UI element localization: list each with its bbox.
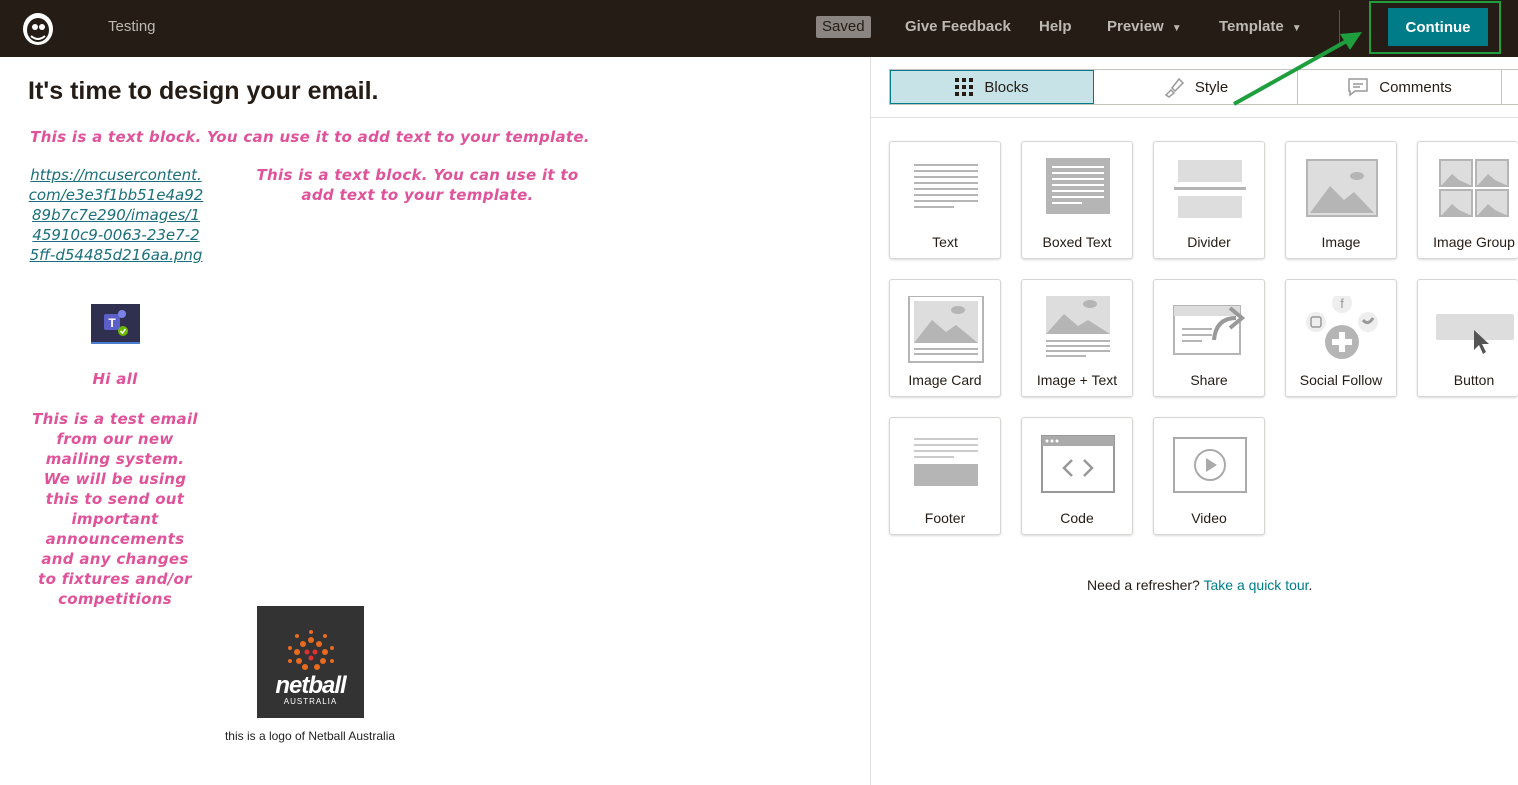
saved-badge: Saved	[816, 16, 871, 38]
block-boxed-text[interactable]: Boxed Text	[1021, 141, 1133, 259]
svg-text:f: f	[1340, 296, 1344, 311]
preview-label: Preview	[1107, 18, 1164, 35]
text-block[interactable]: This is a text block. You can use it to …	[30, 127, 590, 147]
text-block[interactable]: This is a text block. You can use it to …	[240, 165, 595, 205]
block-label: Image Card	[908, 372, 982, 388]
refresher-label: Need a refresher?	[1087, 577, 1200, 593]
image-text-icon	[1046, 296, 1110, 357]
block-label: Social Follow	[1299, 372, 1383, 388]
image-icon	[1306, 159, 1378, 217]
logo-caption[interactable]: this is a logo of Netball Australia	[210, 729, 410, 743]
block-image-group[interactable]: Image Group	[1417, 141, 1518, 259]
quick-tour-link[interactable]: Take a quick tour	[1203, 577, 1308, 593]
block-label: Share	[1190, 372, 1228, 388]
annotation-arrow-icon	[1233, 32, 1362, 106]
tab-comments-label: Comments	[1379, 78, 1452, 96]
text-icon	[914, 164, 978, 208]
share-icon	[1173, 305, 1246, 355]
block-image[interactable]: Image	[1285, 141, 1397, 259]
refresher-text: Need a refresher? Take a quick tour.	[1087, 577, 1313, 593]
block-share[interactable]: Share	[1153, 279, 1265, 397]
email-preview: It's time to design your email. This is …	[0, 57, 871, 785]
netball-logo-word: netball	[275, 672, 346, 699]
help-link[interactable]: Help	[1039, 18, 1072, 35]
boxed-text-icon	[1046, 158, 1110, 214]
grid-icon	[955, 78, 974, 96]
greeting-text[interactable]: Hi all	[30, 369, 200, 389]
block-label: Footer	[924, 510, 966, 526]
netball-logo[interactable]: netball AUSTRALIA	[257, 606, 364, 718]
tab-blocks[interactable]: Blocks	[890, 70, 1094, 104]
block-image-card[interactable]: Image Card	[889, 279, 1001, 397]
svg-text:T: T	[108, 316, 116, 330]
page-heading: It's time to design your email.	[28, 77, 379, 105]
block-label: Image Group	[1433, 234, 1515, 250]
social-follow-icon: f	[1306, 296, 1378, 359]
block-button[interactable]: Button	[1417, 279, 1518, 397]
block-label: Divider	[1187, 234, 1231, 250]
tab-blocks-label: Blocks	[984, 78, 1029, 96]
tab-style-label: Style	[1194, 78, 1229, 96]
image-link[interactable]: https://mcusercontent.com/e3e3f1bb51e4a9…	[28, 165, 204, 265]
body-text[interactable]: This is a test email from our new mailin…	[30, 409, 200, 609]
preview-menu[interactable]: Preview ▼	[1107, 18, 1182, 35]
panel-tabs: Blocks Style Comments	[889, 69, 1518, 105]
block-label: Image + Text	[1036, 372, 1118, 388]
block-divider[interactable]: Divider	[1153, 141, 1265, 259]
button-icon	[1436, 314, 1514, 354]
footer-icon	[914, 438, 978, 486]
block-footer[interactable]: Footer	[889, 417, 1001, 535]
mailchimp-logo-icon[interactable]	[18, 8, 58, 48]
give-feedback-link[interactable]: Give Feedback	[905, 18, 1011, 35]
paint-brush-icon	[1164, 77, 1184, 98]
block-label: Text	[932, 234, 958, 250]
block-label: Image	[1321, 234, 1361, 250]
continue-button[interactable]: Continue	[1388, 8, 1488, 46]
teams-icon[interactable]: T	[91, 304, 140, 344]
block-label: Boxed Text	[1042, 234, 1112, 250]
block-social-follow[interactable]: f Social Follow	[1285, 279, 1397, 397]
netball-logo-sub: AUSTRALIA	[283, 697, 338, 706]
block-label: Code	[1060, 510, 1094, 526]
block-code[interactable]: Code	[1021, 417, 1133, 535]
block-label: Button	[1453, 372, 1495, 388]
block-label: Video	[1191, 510, 1227, 526]
divider-icon	[1174, 160, 1246, 218]
block-video[interactable]: Video	[1153, 417, 1265, 535]
code-icon	[1041, 435, 1115, 493]
content-panel: Blocks Style Comments Text Boxed Text Di…	[871, 57, 1518, 785]
block-text[interactable]: Text	[889, 141, 1001, 259]
block-image-text[interactable]: Image + Text	[1021, 279, 1133, 397]
video-icon	[1173, 437, 1247, 493]
chevron-down-icon: ▼	[1171, 23, 1182, 34]
image-group-icon	[1439, 159, 1509, 217]
image-card-icon	[908, 296, 984, 363]
panel-separator	[871, 117, 1518, 118]
campaign-name[interactable]: Testing	[108, 18, 156, 35]
